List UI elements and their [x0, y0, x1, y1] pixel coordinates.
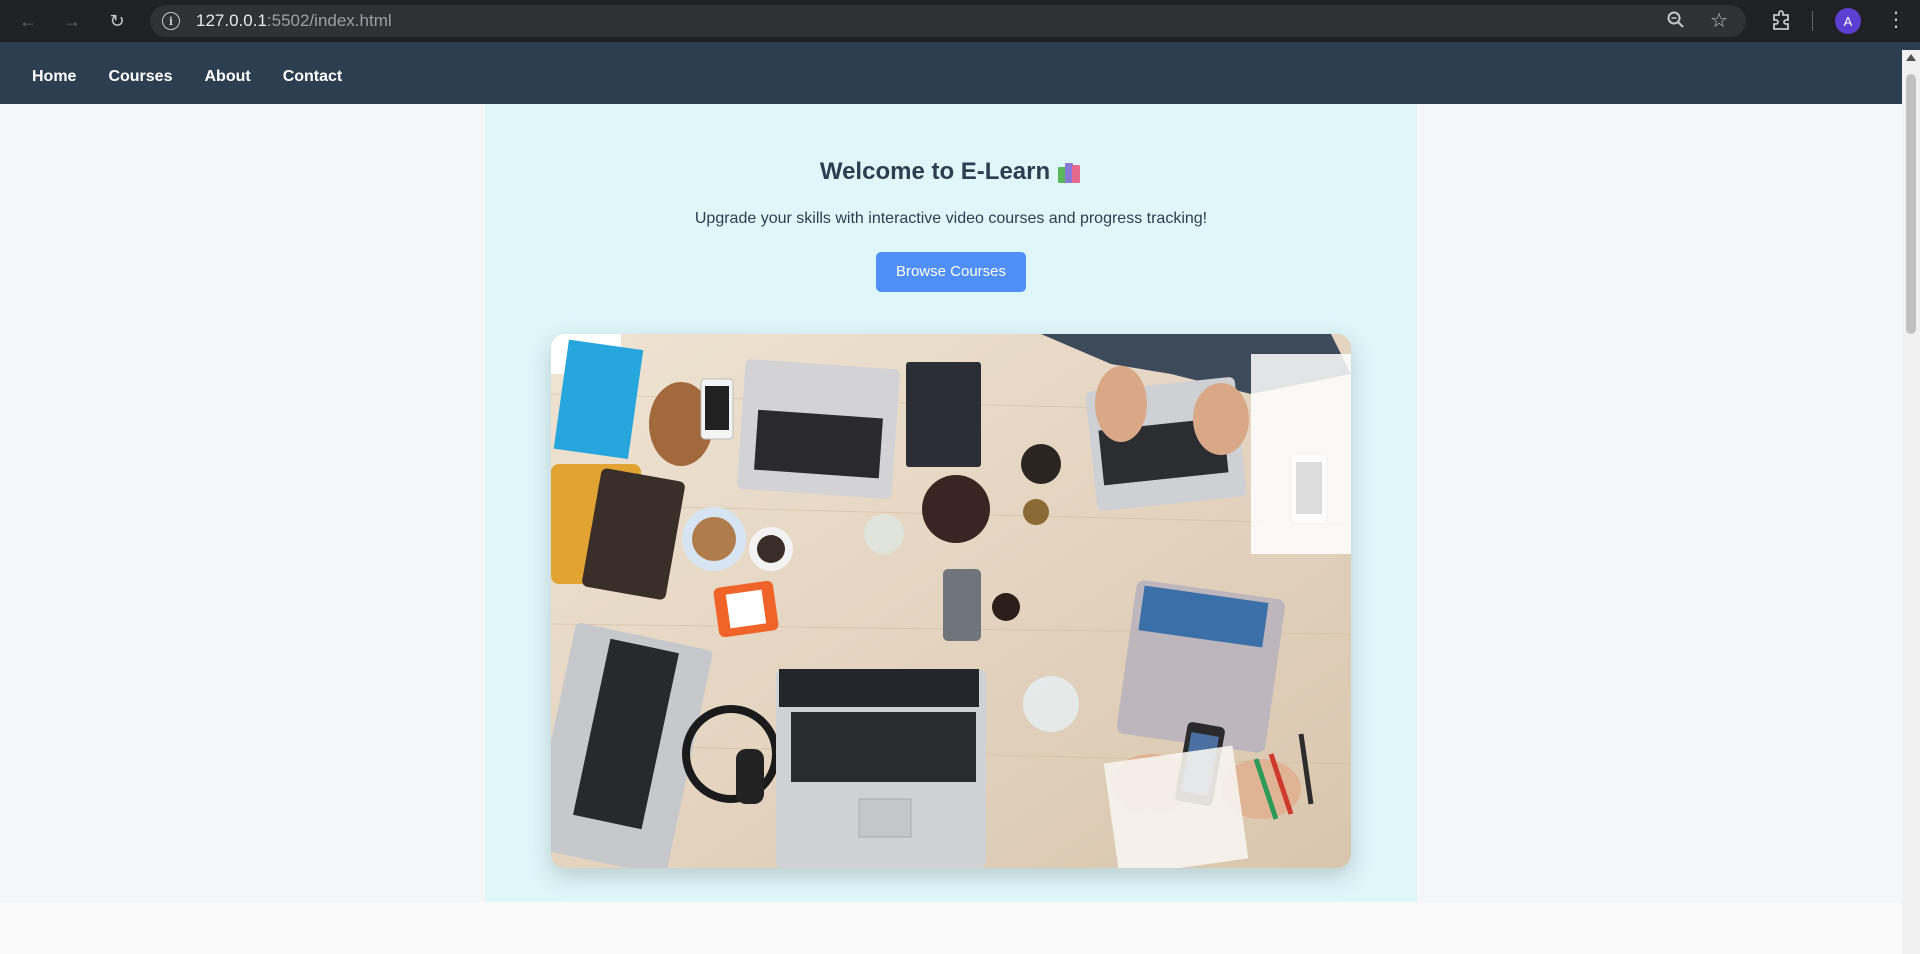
- toolbar-divider: [0, 42, 1920, 50]
- page-body: Welcome to E-Learn Upgrade your skills w…: [0, 104, 1902, 954]
- hero-title-text: Welcome to E-Learn: [819, 158, 1051, 185]
- url-text[interactable]: 127.0.0.1:5502/index.html: [196, 11, 392, 31]
- reload-icon[interactable]: ↻: [103, 7, 131, 35]
- site-navbar: Home Courses About Contact: [0, 50, 1902, 104]
- back-arrow-icon[interactable]: ←: [14, 7, 42, 35]
- forward-arrow-icon[interactable]: →: [58, 7, 86, 35]
- page-footer-band: [0, 902, 1902, 954]
- zoom-icon[interactable]: [1666, 10, 1686, 35]
- scrollbar-thumb[interactable]: [1906, 74, 1916, 334]
- site-info-icon[interactable]: i: [162, 12, 180, 30]
- bookmark-star-icon[interactable]: ☆: [1710, 8, 1728, 33]
- browse-courses-button[interactable]: Browse Courses: [875, 252, 1027, 292]
- extensions-puzzle-icon[interactable]: [1770, 8, 1794, 32]
- hero-subtitle: Upgrade your skills with interactive vid…: [694, 210, 1208, 227]
- scroll-up-arrow-icon[interactable]: [1906, 54, 1916, 61]
- hero-section: Welcome to E-Learn Upgrade your skills w…: [485, 104, 1417, 902]
- toolbar-separator: [1812, 11, 1813, 31]
- nav-courses-link[interactable]: Courses: [108, 68, 172, 86]
- hero-image: [551, 334, 1351, 868]
- address-bar[interactable]: i 127.0.0.1:5502/index.html ☆: [150, 5, 1746, 37]
- books-emoji-icon: [1058, 161, 1082, 183]
- profile-avatar[interactable]: A: [1835, 8, 1861, 34]
- kebab-menu-icon[interactable]: ⋮: [1886, 8, 1906, 32]
- nav-about-link[interactable]: About: [204, 68, 250, 86]
- nav-home-link[interactable]: Home: [32, 68, 76, 86]
- page-title: Welcome to E-Learn: [485, 158, 1417, 186]
- browser-toolbar: ← → ↻ i 127.0.0.1:5502/index.html ☆ A ⋮: [0, 0, 1920, 42]
- nav-contact-link[interactable]: Contact: [283, 68, 343, 86]
- page-scrollbar[interactable]: [1902, 50, 1920, 954]
